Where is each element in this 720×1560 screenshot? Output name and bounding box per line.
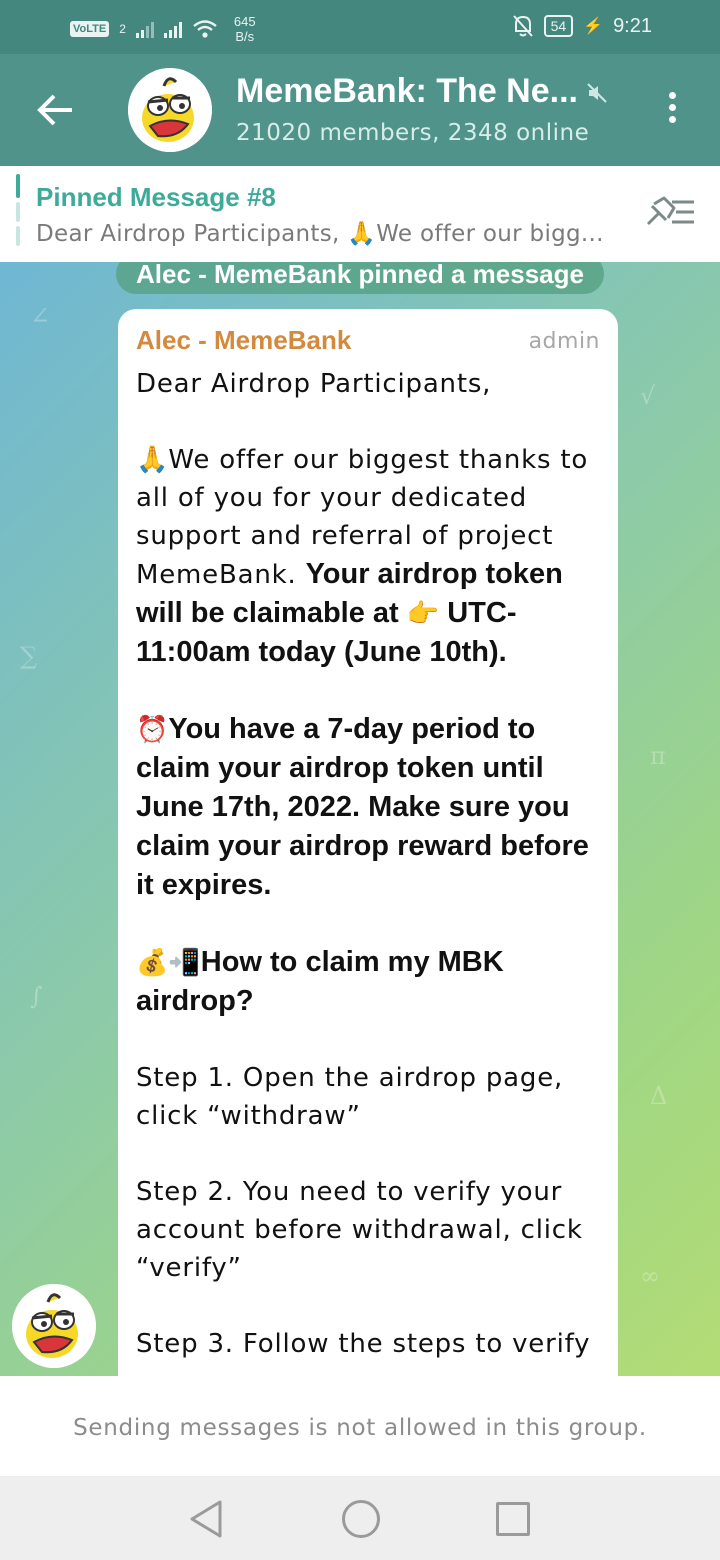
background-doodle: Δ: [650, 1082, 668, 1110]
wifi-icon: [193, 20, 217, 38]
status-bar: VoLTE 2 645 B/s 54 ⚡ 9:21: [0, 0, 720, 54]
background-doodle: ∑: [20, 642, 38, 670]
charging-icon: ⚡: [583, 18, 604, 35]
message-sender[interactable]: Alec - MemeBank: [136, 325, 351, 356]
folded-hands-emoji: 🙏: [136, 445, 169, 475]
pinned-title: Pinned Message #8: [36, 182, 276, 212]
background-doodle: π: [650, 742, 666, 770]
bell-off-icon: [512, 15, 533, 37]
message-text: Dear Airdrop Participants, 🙏We offer our…: [136, 365, 606, 1363]
chat-header: MemeBank: The Ne... 21020 members, 2348 …: [0, 54, 720, 166]
clock: 9:21: [613, 14, 652, 37]
period-text: You have a 7-day period to claim your ai…: [136, 713, 589, 901]
chat-area[interactable]: ∠ √ ∑ π ∫ Δ ∞ Alec - MemeBank pinned a m…: [0, 262, 720, 1376]
paragraph-thanks: 🙏We offer our biggest thanks to all of y…: [136, 441, 606, 672]
chat-title[interactable]: MemeBank: The Ne...: [236, 72, 578, 111]
background-doodle: ∞: [640, 1262, 660, 1290]
nav-recents-icon[interactable]: [496, 1502, 530, 1536]
step-3: Step 3. Follow the steps to verify: [136, 1329, 591, 1359]
nav-home-icon[interactable]: [342, 1500, 380, 1538]
sim-number: 2: [119, 22, 126, 36]
nav-back-icon[interactable]: [186, 1498, 226, 1540]
sender-avatar[interactable]: [12, 1284, 96, 1368]
muted-speaker-icon: [587, 83, 607, 103]
pinned-message-bar[interactable]: Pinned Message #8 Dear Airdrop Participa…: [0, 166, 720, 263]
duck-mascot-icon: [128, 68, 212, 152]
pin-list-icon[interactable]: [640, 194, 698, 234]
pointing-right-emoji: 👉: [406, 599, 440, 629]
arrow-left-icon[interactable]: [36, 92, 76, 128]
volte-badge: VoLTE: [70, 21, 110, 37]
signal-2-icon: [163, 20, 182, 38]
background-doodle: ∠: [30, 302, 51, 330]
pinned-indicator: [16, 174, 20, 252]
greeting-text: Dear Airdrop Participants,: [136, 369, 492, 399]
paragraph-period: ⏰You have a 7-day period to claim your a…: [136, 710, 606, 905]
duck-mascot-icon: [12, 1284, 96, 1368]
system-nav-bar: [0, 1476, 720, 1560]
sending-restricted-notice: Sending messages is not allowed in this …: [0, 1376, 720, 1476]
group-avatar[interactable]: [128, 68, 212, 152]
background-doodle: ∫: [30, 982, 43, 1010]
money-phone-emoji: 💰📲: [136, 948, 201, 978]
service-message: Alec - MemeBank pinned a message: [116, 262, 604, 294]
battery-indicator: 54: [543, 15, 574, 37]
more-vertical-icon[interactable]: [662, 92, 682, 132]
admin-badge: admin: [528, 329, 600, 354]
background-doodle: √: [640, 382, 656, 410]
net-speed-value: 645: [233, 14, 256, 29]
member-count: 21020 members, 2348 online: [236, 120, 590, 146]
step-2: Step 2. You need to verify your account …: [136, 1177, 583, 1283]
pinned-preview: Dear Airdrop Participants, 🙏We offer our…: [36, 221, 604, 247]
status-right: 54 ⚡ 9:21: [512, 14, 652, 38]
net-speed: 645 B/s: [234, 14, 256, 44]
net-speed-unit: B/s: [235, 29, 255, 44]
signal-1-icon: [135, 20, 154, 38]
status-left: VoLTE 2 645 B/s: [70, 14, 256, 44]
paragraph-howto: 💰📲How to claim my MBK airdrop?: [136, 943, 606, 1021]
message-bubble[interactable]: Alec - MemeBank admin Dear Airdrop Parti…: [118, 309, 618, 1376]
step-1: Step 1. Open the airdrop page, click “wi…: [136, 1063, 564, 1131]
alarm-clock-emoji: ⏰: [136, 715, 169, 745]
